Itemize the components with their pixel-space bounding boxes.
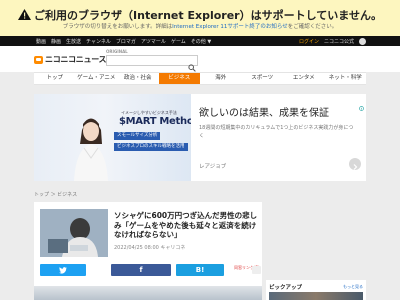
topbar-link-game[interactable]: ゲーム	[171, 38, 186, 45]
breadcrumb[interactable]: トップ ＞ ビジネス	[34, 191, 77, 198]
nav-item-net-science[interactable]: ネット・科学	[325, 73, 367, 84]
nav-item-top[interactable]: トップ	[34, 73, 76, 84]
search-input[interactable]	[106, 55, 198, 72]
topbar-link-video[interactable]: 動画	[36, 38, 46, 45]
ad-headline[interactable]: 欲しいのは結果、成果を保証	[199, 104, 329, 119]
official-link[interactable]: ニコニコ公式	[324, 38, 354, 45]
browser-warning-title: ご利用のブラウザ（Internet Explorer）はサポートしていません。	[0, 7, 400, 23]
ad-image: イメージしやすいビジネス手法 $MART Method スモールサイズ分析 ビジ…	[34, 94, 191, 181]
logo-text: ニコニコニュース	[45, 55, 107, 64]
topbar-link-live[interactable]: 生放送	[66, 38, 81, 45]
browser-warning-banner: ご利用のブラウザ（Internet Explorer）はサポートしていません。 …	[0, 0, 400, 36]
account-area: ログイン ニコニコ公式	[299, 38, 366, 45]
browser-warning-sub: ブラウザの切り替えをお願いします。詳細はInternet Explorer 11…	[0, 22, 400, 30]
warning-icon	[18, 9, 32, 20]
login-link[interactable]: ログイン	[299, 38, 319, 45]
pickup-more-link[interactable]: もっと見る	[343, 284, 363, 290]
share-count	[252, 266, 261, 274]
ad-advertiser: レアジョブ	[199, 164, 227, 170]
share-twitter-button[interactable]	[40, 264, 86, 276]
site-logo[interactable]: ニコニコニュース	[34, 54, 107, 65]
original-label: ORIGINAL	[106, 49, 128, 54]
warning-sub-pre: ブラウザの切り替えをお願いします。詳細は	[62, 24, 173, 30]
share-hatena-button[interactable]: B!	[176, 264, 224, 276]
service-links: 動画 静画 生放送 チャンネル ブロマガ アツマール ゲーム その他 ▼	[36, 38, 211, 45]
ie-support-link[interactable]: Internet Explorer 11サポート終了のお知らせ	[172, 24, 288, 30]
nav-item-sports[interactable]: スポーツ	[242, 73, 284, 84]
logo-tv-icon	[34, 55, 43, 64]
search-icon[interactable]	[188, 57, 196, 72]
topbar-link-seiga[interactable]: 静画	[51, 38, 61, 45]
article-thumbnail	[40, 209, 108, 257]
global-topbar: 動画 静画 生放送 チャンネル ブロマガ アツマール ゲーム その他 ▼ ログイ…	[0, 36, 400, 46]
share-facebook-button[interactable]: f	[111, 264, 171, 276]
article-meta: 2022/04/25 08:00 キャリコネ	[114, 244, 185, 251]
ad-choice-icon[interactable]	[359, 96, 364, 111]
nav-item-game-anime[interactable]: ゲーム・アニメ	[76, 73, 118, 84]
ad-brand: $MART Method	[119, 116, 191, 127]
warning-title-pre: ご利用のブラウザ（	[34, 9, 134, 22]
pickup-thumbnail[interactable]	[269, 292, 363, 300]
pickup-heading: ピックアップ	[269, 285, 303, 291]
article-body-image	[34, 286, 262, 300]
avatar-icon[interactable]	[359, 38, 366, 45]
facebook-label: f	[139, 266, 143, 274]
ad-description: 18週間の短期集中のカリキュラムで1つ上のビジネス実践力が身につく	[199, 125, 354, 139]
nav-item-business[interactable]: ビジネス	[158, 73, 200, 84]
ad-banner[interactable]: イメージしやすいビジネス手法 $MART Method スモールサイズ分析 ビジ…	[34, 94, 366, 181]
category-nav: トップ ゲーム・アニメ 政治・社会 ビジネス 海外 スポーツ エンタメ ネット・…	[34, 72, 366, 85]
topbar-link-more[interactable]: その他 ▼	[191, 38, 211, 45]
article-card: ソシャゲに600万円つぎ込んだ男性の悲しみ「ゲームをやめた後も延々と返済を続けな…	[34, 202, 262, 300]
nav-item-politics[interactable]: 政治・社会	[117, 73, 159, 84]
warning-title-post: ）はサポートしていません。	[239, 9, 382, 22]
ad-person-illustration	[74, 118, 108, 181]
article-source[interactable]: キャリコネ	[160, 245, 185, 251]
chevron-right-icon[interactable]	[349, 158, 361, 170]
thumbnail-scene	[40, 209, 108, 257]
ad-tag-1: スモールサイズ分析	[114, 132, 161, 140]
warning-title-browser: Internet Explorer	[133, 9, 240, 22]
hatena-label: B!	[195, 266, 205, 274]
ad-tag-2: ビジネスプロのスキル戦略を活用	[114, 143, 188, 151]
nav-item-entertainment[interactable]: エンタメ	[283, 73, 325, 84]
nav-item-overseas[interactable]: 海外	[200, 73, 242, 84]
topbar-link-channel[interactable]: チャンネル	[86, 38, 111, 45]
topbar-link-atsumaru[interactable]: アツマール	[141, 38, 166, 45]
site-header: ニコニコニュース ORIGINAL	[0, 46, 400, 72]
article-headline: ソシャゲに600万円つぎ込んだ男性の悲しみ「ゲームをやめた後も延々と返済を続けな…	[114, 211, 258, 239]
topbar-link-blomaga[interactable]: ブロマガ	[116, 38, 136, 45]
warning-sub-post: をご確認ください。	[287, 24, 338, 30]
pickup-sidebar: ピックアップ もっと見る	[266, 280, 366, 300]
twitter-icon	[40, 264, 86, 278]
article-date: 2022/04/25 08:00	[114, 245, 159, 251]
